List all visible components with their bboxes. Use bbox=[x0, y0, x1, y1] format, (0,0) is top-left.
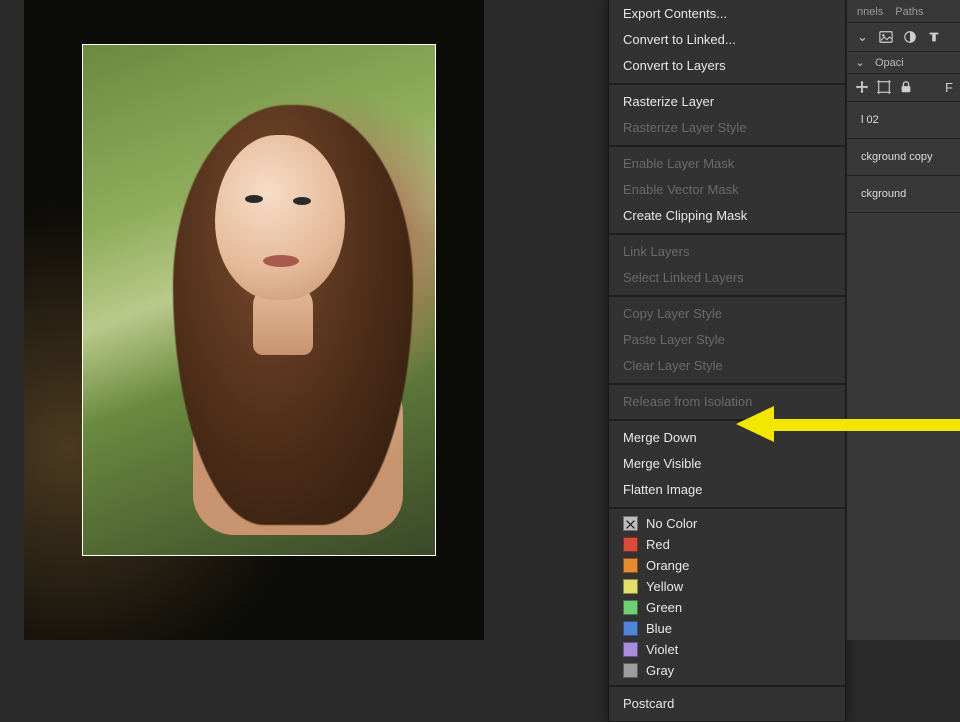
type-filter-icon[interactable] bbox=[927, 30, 941, 44]
color-label-text: Green bbox=[646, 600, 682, 615]
layer-item-2[interactable]: ckground bbox=[847, 176, 960, 213]
color-label-red[interactable]: Red bbox=[609, 534, 845, 555]
color-label-none[interactable]: No Color bbox=[609, 513, 845, 534]
layer-item-0[interactable]: l 02 bbox=[847, 102, 960, 139]
layer-item-1[interactable]: ckground copy bbox=[847, 139, 960, 176]
chevron-down-icon[interactable]: ⌄ bbox=[857, 29, 867, 45]
menu-item-enable_layer_mask: Enable Layer Mask bbox=[609, 151, 845, 177]
menu-separator bbox=[609, 233, 845, 235]
tab-paths[interactable]: Paths bbox=[895, 6, 923, 18]
color-label-text: No Color bbox=[646, 516, 697, 531]
menu-item-create_clipping_mask[interactable]: Create Clipping Mask bbox=[609, 203, 845, 229]
lock-row: F bbox=[847, 74, 960, 102]
adjustment-filter-icon[interactable] bbox=[903, 30, 917, 44]
menu-separator bbox=[609, 383, 845, 385]
color-label-text: Yellow bbox=[646, 579, 683, 594]
menu-item-copy_layer_style: Copy Layer Style bbox=[609, 301, 845, 327]
layer-context-menu[interactable]: Export Contents...Convert to Linked...Co… bbox=[608, 0, 846, 722]
menu-separator bbox=[609, 145, 845, 147]
swatch-orange bbox=[623, 558, 638, 573]
portrait-eye-right bbox=[293, 197, 311, 205]
foreground-image bbox=[82, 44, 436, 556]
menu-item-merge_down[interactable]: Merge Down bbox=[609, 425, 845, 451]
swatch-violet bbox=[623, 642, 638, 657]
color-label-green[interactable]: Green bbox=[609, 597, 845, 618]
image-filter-icon[interactable] bbox=[879, 30, 893, 44]
menu-item-enable_vector_mask: Enable Vector Mask bbox=[609, 177, 845, 203]
blend-row: ⌄ Opaci bbox=[847, 52, 960, 74]
swatch-red bbox=[623, 537, 638, 552]
menu-separator bbox=[609, 295, 845, 297]
color-label-text: Blue bbox=[646, 621, 672, 636]
menu-item-link_layers: Link Layers bbox=[609, 239, 845, 265]
color-label-blue[interactable]: Blue bbox=[609, 618, 845, 639]
color-label-violet[interactable]: Violet bbox=[609, 639, 845, 660]
opacity-label: Opaci bbox=[875, 57, 904, 69]
menu-item-rasterize_style: Rasterize Layer Style bbox=[609, 115, 845, 141]
layers-panel: nnels Paths ⌄ ⌄ Opaci F l 02ckground cop… bbox=[846, 0, 960, 640]
portrait-lips bbox=[263, 255, 299, 267]
swatch-blue bbox=[623, 621, 638, 636]
menu-item-release_isolation: Release from Isolation bbox=[609, 389, 845, 415]
layer-filter-row: ⌄ bbox=[847, 23, 960, 52]
menu-item-clear_layer_style: Clear Layer Style bbox=[609, 353, 845, 379]
portrait-eye-left bbox=[245, 195, 263, 203]
menu-item-paste_layer_style: Paste Layer Style bbox=[609, 327, 845, 353]
canvas-area bbox=[0, 0, 600, 640]
swatch-gray bbox=[623, 663, 638, 678]
chevron-down-icon[interactable]: ⌄ bbox=[855, 56, 865, 69]
color-label-yellow[interactable]: Yellow bbox=[609, 576, 845, 597]
menu-separator bbox=[609, 507, 845, 509]
menu-separator bbox=[609, 83, 845, 85]
layer-list: l 02ckground copyckground bbox=[847, 102, 960, 213]
menu-item-merge_visible[interactable]: Merge Visible bbox=[609, 451, 845, 477]
artboard-icon[interactable] bbox=[877, 80, 891, 94]
swatch-yellow bbox=[623, 579, 638, 594]
menu-item-postcard[interactable]: Postcard bbox=[609, 691, 845, 717]
color-label-gray[interactable]: Gray bbox=[609, 660, 845, 681]
swatch-green bbox=[623, 600, 638, 615]
menu-item-convert_linked[interactable]: Convert to Linked... bbox=[609, 27, 845, 53]
menu-separator bbox=[609, 685, 845, 687]
swatch-none bbox=[623, 516, 638, 531]
document[interactable] bbox=[24, 0, 484, 640]
color-label-text: Red bbox=[646, 537, 670, 552]
menu-item-convert_layers[interactable]: Convert to Layers bbox=[609, 53, 845, 79]
lock-icon[interactable] bbox=[899, 80, 913, 94]
menu-item-rasterize_layer[interactable]: Rasterize Layer bbox=[609, 89, 845, 115]
color-label-text: Orange bbox=[646, 558, 689, 573]
color-label-text: Violet bbox=[646, 642, 678, 657]
color-label-text: Gray bbox=[646, 663, 674, 678]
menu-item-select_linked: Select Linked Layers bbox=[609, 265, 845, 291]
tab-channels[interactable]: nnels bbox=[857, 6, 883, 18]
menu-separator bbox=[609, 419, 845, 421]
panel-tabs: nnels Paths bbox=[847, 0, 960, 23]
color-label-orange[interactable]: Orange bbox=[609, 555, 845, 576]
menu-item-flatten_image[interactable]: Flatten Image bbox=[609, 477, 845, 503]
portrait-face bbox=[215, 135, 345, 300]
menu-item-export_contents[interactable]: Export Contents... bbox=[609, 1, 845, 27]
move-icon[interactable] bbox=[855, 80, 869, 94]
fill-label: F bbox=[945, 80, 953, 95]
